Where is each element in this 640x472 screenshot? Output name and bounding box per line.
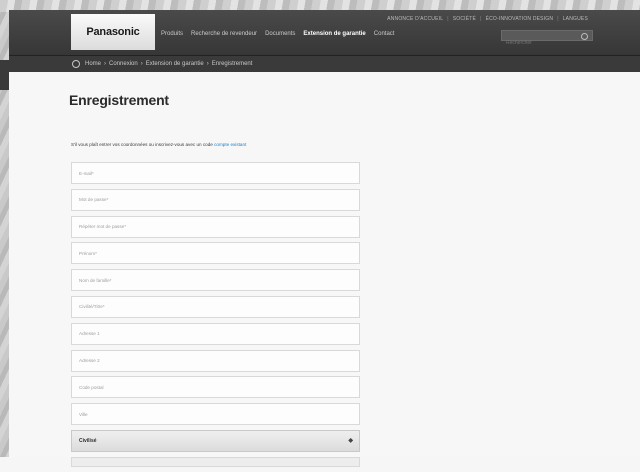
utility-link[interactable]: LANGUES [563,16,588,22]
shadow-edge [0,60,9,90]
breadcrumb-item[interactable]: Connexion [109,61,138,67]
nav-item-contact[interactable]: Contact [374,31,395,37]
utility-link[interactable]: ANNONCE D'ACCUEIL [387,16,443,22]
breadcrumb-separator: › [206,61,209,67]
civility-select[interactable]: Civilisé ◆ [71,429,360,452]
repeat-password-field[interactable]: Répéter mot de passe* [71,215,360,238]
civility-select-value: Civilisé [79,437,97,444]
search-icon[interactable] [581,33,588,40]
breadcrumb-separator: › [104,61,107,67]
address2-field[interactable]: Adresse 2 [71,349,360,372]
last-name-field[interactable]: Nom de famille* [71,269,360,292]
breadcrumb-item[interactable]: Extension de garantie [146,61,204,67]
next-field[interactable] [71,456,360,467]
postal-code-field[interactable]: Code postal [71,376,360,399]
nav-item-produits[interactable]: Produits [161,31,183,37]
search-input[interactable] [502,38,578,48]
utility-separator: | [557,16,559,22]
utility-link[interactable]: ÉCO-INNOVATION DESIGN [486,16,554,22]
utility-separator: | [480,16,482,22]
registration-form: E-mail* Mot de passe* Répéter mot de pas… [71,162,360,472]
intro-text: S'il vous plaît entrer vos coordonnées o… [71,142,246,147]
intro-message: S'il vous plaît entrer vos coordonnées o… [71,142,213,147]
email-field[interactable]: E-mail* [71,162,360,184]
password-field[interactable]: Mot de passe* [71,188,360,211]
home-icon[interactable] [72,60,80,68]
utility-links: ANNONCE D'ACCUEIL | SOCIÉTÉ | ÉCO-INNOVA… [387,16,588,22]
nav-item-extension-garantie[interactable]: Extension de garantie [303,31,365,37]
breadcrumb: Home › Connexion › Extension de garantie… [9,55,640,72]
title-field[interactable]: Civilité/Titre* [71,295,360,318]
breadcrumb-separator: › [140,61,143,67]
breadcrumb-item[interactable]: Home [85,61,101,67]
utility-separator: | [447,16,449,22]
search-box [501,30,593,48]
city-field[interactable]: Ville [71,403,360,426]
chevron-down-icon: ◆ [348,438,353,445]
utility-link[interactable]: SOCIÉTÉ [453,16,476,22]
panasonic-logo[interactable]: Panasonic [71,14,155,50]
nav-item-documents[interactable]: Documents [265,31,295,37]
nav-item-revendeur[interactable]: Recherche de revendeur [191,31,257,37]
site-header: Panasonic ANNONCE D'ACCUEIL | SOCIÉTÉ | … [9,10,640,72]
page-title: Enregistrement [69,92,169,108]
existing-account-link[interactable]: compte existant [214,142,246,147]
main-content: Enregistrement S'il vous plaît entrer vo… [9,72,640,467]
address1-field[interactable]: Adresse 1 [71,322,360,345]
main-nav: Produits Recherche de revendeur Document… [161,31,394,37]
breadcrumb-item: Enregistrement [211,61,253,67]
first-name-field[interactable]: Prénom* [71,242,360,265]
